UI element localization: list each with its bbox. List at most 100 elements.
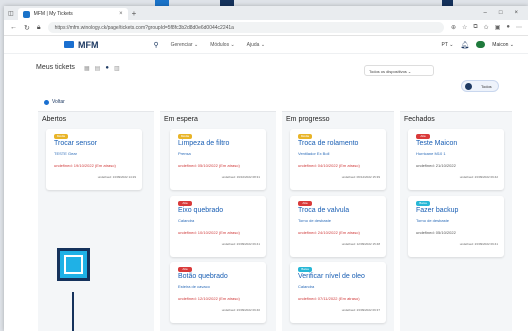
ticket-title: Fazer backup [416, 207, 459, 214]
ticket-equipment: TESTE Gear [54, 151, 77, 156]
logo-icon [64, 41, 74, 48]
user-name[interactable]: Maicon ⌄ [492, 42, 514, 48]
list-view-icon[interactable]: ▤ [95, 65, 101, 72]
view-switcher: ▦ ▤ ● ▥ [84, 65, 120, 72]
ticket-updated: undefined: 13/09/2022 14:29 [97, 175, 136, 179]
zoom-icon[interactable]: ⊕ [451, 24, 456, 31]
extensions-icon[interactable]: ⧉ [473, 24, 477, 31]
priority-badge: Alta [416, 134, 430, 139]
favicon-icon [22, 10, 30, 18]
address-bar: ← ↻ 🔒︎ https://mfm.winology.ck/page/tick… [4, 20, 528, 36]
collections-icon[interactable]: ▣ [495, 24, 501, 31]
ticket-equipment: Esteira de cavaco [178, 284, 210, 289]
ticket-card[interactable]: Alta Troca de valvula Torno de desbaste … [290, 196, 386, 257]
column-title: Em espera [164, 116, 198, 123]
priority-badge: Média [298, 134, 312, 139]
ticket-equipment: Torno de desbaste [298, 218, 331, 223]
window-controls: – □ × [484, 10, 528, 16]
grid-view-icon[interactable]: ▦ [84, 65, 90, 72]
kanban-board: Abertos Média Trocar sensor TESTE Gear u… [38, 111, 522, 331]
ticket-due-date: undefined: 19/10/2022 (Em atraso) [54, 163, 116, 168]
column-em-progresso: Em progresso Média Troca de rolamento Ve… [282, 111, 394, 331]
page-title: Meus tickets [36, 64, 75, 71]
more-icon[interactable]: ⋯ [516, 24, 522, 31]
ticket-card[interactable]: Baixa Fazer backup Torno de desbaste und… [408, 196, 504, 257]
ticket-due-date: undefined: 07/11/2022 (Em atraso) [298, 296, 360, 301]
avatar[interactable] [476, 41, 486, 48]
ticket-updated: undefined: 12/09/2022 15:48 [341, 242, 380, 246]
reload-icon[interactable]: ↻ [24, 24, 30, 32]
ticket-title: Troca de rolamento [298, 140, 359, 147]
calendar-view-icon[interactable]: ▥ [114, 65, 120, 72]
ticket-title: Trocar sensor [54, 140, 97, 147]
back-arrow-icon[interactable]: ← [10, 24, 17, 31]
ticket-due-date: undefined: 05/10/2022 (Em atraso) [178, 163, 240, 168]
decor-marker [57, 248, 90, 281]
ticket-card[interactable]: Alta Eixo quebrado Calandra undefined: 1… [170, 196, 266, 257]
ticket-due-date: undefined: 21/10/2022 [416, 163, 456, 168]
ticket-card[interactable]: Alta Botão quebrado Esteira de cavaco un… [170, 262, 266, 323]
favorites-icon[interactable]: ✩ [484, 24, 489, 31]
decor-marker-inner [64, 255, 83, 274]
menu-gerenciar[interactable]: Gerenciar ⌄ [171, 42, 199, 48]
tab-actions-icon[interactable]: ◫ [8, 10, 14, 17]
ticket-equipment: Prensa [178, 151, 191, 156]
ticket-updated: undefined: 19/10/2022 08:31 [221, 175, 260, 179]
browser-window: ◫ MFM | My Tickets × + – □ × ← ↻ 🔒︎ http… [4, 6, 528, 331]
ticket-equipment: Calandra [178, 218, 195, 223]
ticket-card[interactable]: Média Trocar sensor TESTE Gear undefined… [46, 129, 142, 190]
ticket-title: Eixo quebrado [178, 207, 224, 214]
back-link[interactable]: Voltar [44, 99, 65, 105]
back-icon [44, 99, 49, 105]
column-fechados: Fechados Alta Teste Maicon Hurricane M10… [400, 111, 512, 331]
app-logo[interactable]: MFM [64, 40, 99, 50]
ticket-updated: undefined: 23/09/2022 09:41 [221, 242, 260, 246]
browser-tab[interactable]: MFM | My Tickets × [17, 8, 128, 20]
user-view-icon[interactable]: ● [105, 65, 109, 72]
priority-badge: Baixa [416, 201, 430, 206]
profile-icon[interactable]: ● [506, 24, 510, 31]
menu-ajuda[interactable]: Ajuda ⌄ [247, 42, 265, 48]
device-filter-select[interactable]: Todos os dispositivos ⌄ [364, 65, 434, 76]
main-content: Meus tickets ▦ ▤ ● ▥ Todos os dispositiv… [4, 56, 528, 331]
url-field[interactable]: https://mfm.winology.ck/page/tickets.com… [47, 22, 444, 33]
language-select[interactable]: PT ⌄ [442, 42, 454, 48]
ticket-equipment: Calandra [298, 284, 315, 289]
ticket-title: Troca de valvula [298, 207, 350, 214]
priority-badge: Baixa [298, 267, 312, 272]
column-title: Em progresso [286, 116, 330, 123]
ticket-updated: undefined: 23/09/2022 09:37 [341, 308, 380, 312]
network-icon[interactable]: ⚲ [154, 41, 159, 49]
main-menu: ⚲ Gerenciar ⌄ Módulos ⌄ Ajuda ⌄ [154, 41, 266, 49]
priority-badge: Alta [298, 201, 312, 206]
column-title: Fechados [404, 116, 435, 123]
ticket-updated: undefined: 23/09/2022 09:41 [459, 242, 498, 246]
show-all-toggle[interactable]: Todos [461, 80, 499, 92]
logo-text: MFM [78, 39, 99, 50]
ticket-card[interactable]: Média Limpeza de filtro Prensa undefined… [170, 129, 266, 190]
tab-title: MFM | My Tickets [33, 11, 73, 17]
minimize-button[interactable]: – [484, 10, 487, 16]
star-icon[interactable]: ☆ [462, 24, 467, 31]
ticket-updated: undefined: 23/09/2022 09:42 [459, 175, 498, 179]
tab-strip: ◫ MFM | My Tickets × + – □ × [4, 6, 528, 20]
ticket-due-date: undefined: 12/10/2022 (Em atraso) [178, 296, 240, 301]
maximize-button[interactable]: □ [499, 10, 503, 16]
lock-icon[interactable]: 🔒︎ [37, 24, 41, 32]
toggle-label: Todos [481, 84, 492, 89]
ticket-equipment: Ventilador Ex Boll [298, 151, 330, 156]
ticket-card[interactable]: Baixa Verificar nível de oleo Calandra u… [290, 262, 386, 323]
ticket-title: Teste Maicon [416, 140, 458, 147]
bell-icon[interactable]: 🔔︎ [460, 41, 469, 49]
ticket-due-date: undefined: 24/10/2022 (Em atraso) [298, 230, 360, 235]
tab-close-icon[interactable]: × [119, 11, 123, 17]
menu-modulos[interactable]: Módulos ⌄ [210, 42, 234, 48]
priority-badge: Média [54, 134, 68, 139]
decor-line [72, 292, 74, 331]
ticket-card[interactable]: Média Troca de rolamento Ventilador Ex B… [290, 129, 386, 190]
priority-badge: Alta [178, 267, 192, 272]
close-window-button[interactable]: × [514, 10, 518, 16]
new-tab-button[interactable]: + [132, 9, 137, 18]
user-area: PT ⌄ 🔔︎ Maicon ⌄ [442, 41, 514, 49]
ticket-card[interactable]: Alta Teste Maicon Hurricane M10 1 undefi… [408, 129, 504, 190]
